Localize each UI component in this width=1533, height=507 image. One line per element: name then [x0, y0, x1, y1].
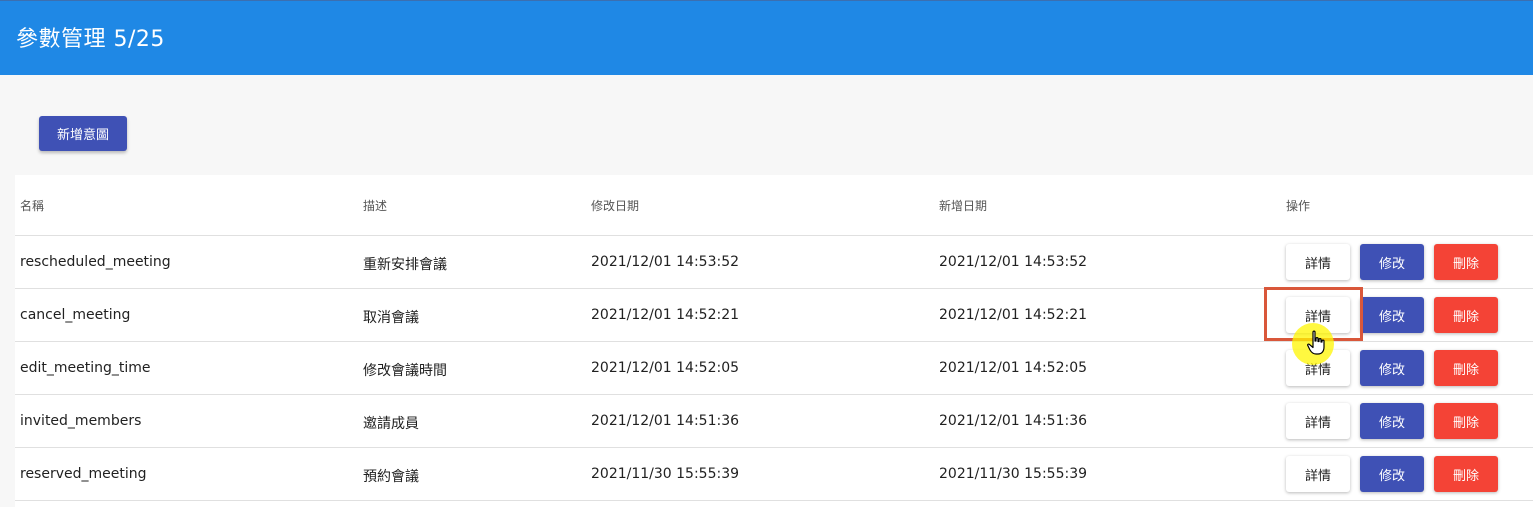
cell-name: rescheduled_meeting [20, 254, 171, 270]
column-header-description: 描述 [363, 199, 388, 213]
cell-created: 2021/12/01 14:52:05 [939, 360, 1088, 376]
add-intent-button[interactable]: 新增意圖 [39, 116, 127, 151]
cell-description: 重新安排會議 [363, 257, 447, 273]
edit-button[interactable]: 修改 [1360, 350, 1424, 386]
edit-button[interactable]: 修改 [1360, 403, 1424, 439]
delete-button[interactable]: 刪除 [1434, 350, 1498, 386]
column-header-name: 名稱 [20, 199, 45, 213]
table-row: rescheduled_meeting 重新安排會議 2021/12/01 14… [15, 236, 1533, 289]
cell-modified: 2021/12/01 14:51:36 [591, 413, 740, 429]
table-row: reserved_meeting 預約會議 2021/11/30 15:55:3… [15, 448, 1533, 501]
column-header-created: 新增日期 [939, 199, 988, 213]
table-row: invited_members 邀請成員 2021/12/01 14:51:36… [15, 395, 1533, 448]
table-header: 名稱 描述 修改日期 新增日期 操作 [15, 175, 1533, 236]
cell-modified: 2021/12/01 14:52:21 [591, 307, 740, 323]
cell-created: 2021/12/01 14:52:21 [939, 307, 1088, 323]
column-header-actions: 操作 [1286, 199, 1311, 213]
page-title: 參數管理 5/25 [16, 27, 165, 52]
detail-button[interactable]: 詳情 [1286, 456, 1350, 492]
cell-name: edit_meeting_time [20, 360, 151, 376]
hand-pointer-icon [1307, 330, 1325, 355]
cell-created: 2021/11/30 15:55:39 [939, 466, 1088, 482]
cell-description: 邀請成員 [363, 416, 419, 432]
edit-button[interactable]: 修改 [1360, 244, 1424, 280]
delete-button[interactable]: 刪除 [1434, 456, 1498, 492]
cell-description: 取消會議 [363, 310, 419, 326]
cell-name: reserved_meeting [20, 466, 147, 482]
delete-button[interactable]: 刪除 [1434, 403, 1498, 439]
app-header: 參數管理 5/25 [0, 0, 1533, 75]
cell-name: cancel_meeting [20, 307, 131, 323]
cell-modified: 2021/12/01 14:53:52 [591, 254, 740, 270]
column-header-modified: 修改日期 [591, 199, 640, 213]
cell-created: 2021/12/01 14:53:52 [939, 254, 1088, 270]
detail-button[interactable]: 詳情 [1286, 403, 1350, 439]
detail-button[interactable]: 詳情 [1286, 244, 1350, 280]
cell-created: 2021/12/01 14:51:36 [939, 413, 1088, 429]
edit-button[interactable]: 修改 [1360, 297, 1424, 333]
cell-description: 預約會議 [363, 469, 419, 485]
delete-button[interactable]: 刪除 [1434, 297, 1498, 333]
cell-modified: 2021/11/30 15:55:39 [591, 466, 740, 482]
cell-description: 修改會議時間 [363, 363, 447, 379]
edit-button[interactable]: 修改 [1360, 456, 1424, 492]
cell-modified: 2021/12/01 14:52:05 [591, 360, 740, 376]
delete-button[interactable]: 刪除 [1434, 244, 1498, 280]
cell-name: invited_members [20, 413, 142, 429]
